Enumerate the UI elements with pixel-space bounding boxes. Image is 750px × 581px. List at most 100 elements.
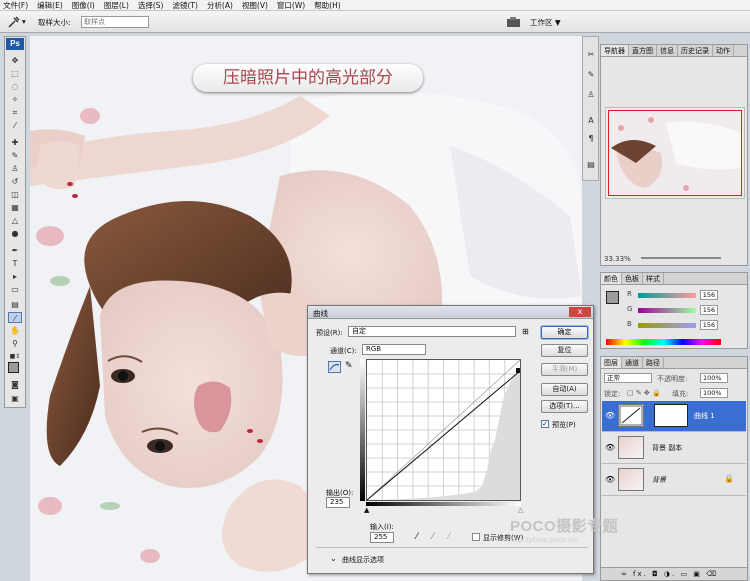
crop-tool-icon[interactable]: ⌗: [8, 107, 22, 118]
curves-title-bar[interactable]: 曲线 x: [308, 306, 593, 319]
preview-checkbox[interactable]: ✓: [541, 420, 549, 428]
black-point-slider-icon[interactable]: ▲: [364, 506, 369, 514]
screen-mode-icon[interactable]: ▣: [8, 393, 22, 404]
brush-tool-icon[interactable]: ✎: [8, 150, 22, 161]
menu-layer[interactable]: 图层(L): [104, 0, 129, 11]
menu-filter[interactable]: 滤镜(T): [173, 0, 198, 11]
tab-actions[interactable]: 动作: [713, 45, 734, 56]
pen-tool-icon[interactable]: ✒: [8, 245, 22, 256]
menu-view[interactable]: 视图(V): [242, 0, 268, 11]
curve-display-options-label[interactable]: 曲线显示选项: [342, 555, 384, 565]
dodge-tool-icon[interactable]: ●: [8, 228, 22, 239]
workspace-menu[interactable]: 工作区 ▼: [530, 17, 561, 28]
menu-analysis[interactable]: 分析(A): [207, 0, 233, 11]
white-point-slider-icon[interactable]: △: [518, 506, 523, 514]
foreground-color-swatch[interactable]: [8, 362, 19, 373]
preset-select[interactable]: 自定: [348, 326, 516, 337]
input-field[interactable]: 255: [370, 532, 394, 543]
auto-button[interactable]: 自动(A): [541, 383, 588, 396]
preset-options-icon[interactable]: ⊞: [522, 327, 529, 336]
eraser-tool-icon[interactable]: ◫: [8, 189, 22, 200]
eyedropper-active-tool-icon[interactable]: ⁄: [8, 312, 22, 323]
eyedropper-tool-icon[interactable]: ⁄: [8, 120, 22, 131]
tab-navigator[interactable]: 导航器: [601, 45, 629, 56]
pencil-tool-icon[interactable]: ✎: [345, 361, 353, 371]
visibility-eye-icon[interactable]: 👁: [605, 443, 615, 452]
blend-mode-select[interactable]: 正常: [604, 373, 652, 383]
curve-graph[interactable]: [366, 359, 521, 501]
tab-styles[interactable]: 样式: [643, 273, 664, 284]
tab-channels[interactable]: 通道: [622, 357, 643, 368]
menu-select[interactable]: 选择(S): [138, 0, 164, 11]
zoom-tool-icon[interactable]: ⚲: [8, 338, 22, 349]
red-value[interactable]: 156: [700, 290, 718, 300]
blue-slider[interactable]: [638, 323, 696, 328]
fill-input[interactable]: 100%: [700, 388, 728, 398]
white-eyedropper-icon[interactable]: ⁄: [448, 532, 450, 542]
curve-point-tool-icon[interactable]: [328, 361, 341, 373]
output-field[interactable]: 235: [326, 497, 350, 508]
menu-edit[interactable]: 编辑(E): [37, 0, 63, 11]
blue-value[interactable]: 156: [700, 320, 718, 330]
visibility-eye-icon[interactable]: 👁: [605, 475, 615, 484]
bridge-icon[interactable]: [506, 16, 522, 28]
clone-source-icon[interactable]: ♙: [584, 89, 598, 100]
tools-preset-icon[interactable]: ✂: [584, 49, 598, 60]
navigator-zoom-value[interactable]: 33.33%: [604, 255, 631, 263]
magic-wand-tool-icon[interactable]: ✧: [8, 94, 22, 105]
tab-histogram[interactable]: 直方图: [629, 45, 657, 56]
clone-stamp-tool-icon[interactable]: ♙: [8, 163, 22, 174]
path-selection-tool-icon[interactable]: ▸: [8, 271, 22, 282]
show-clipping-checkbox[interactable]: [472, 533, 480, 541]
tab-swatches[interactable]: 色板: [622, 273, 643, 284]
reset-button[interactable]: 复位: [541, 344, 588, 357]
menu-file[interactable]: 文件(F): [3, 0, 28, 11]
green-value[interactable]: 156: [700, 305, 718, 315]
menu-help[interactable]: 帮助(H): [314, 0, 341, 11]
hand-tool-icon[interactable]: ✋: [8, 325, 22, 336]
close-button[interactable]: x: [569, 307, 591, 317]
tab-info[interactable]: 信息: [657, 45, 678, 56]
navigator-view-box[interactable]: [608, 110, 742, 196]
green-slider[interactable]: [638, 308, 696, 313]
channel-select[interactable]: RGB: [362, 344, 426, 355]
blur-tool-icon[interactable]: △: [8, 215, 22, 226]
quick-mask-icon[interactable]: ◙: [8, 379, 22, 390]
brushes-icon[interactable]: ✎: [584, 69, 598, 80]
healing-brush-tool-icon[interactable]: ✚: [8, 137, 22, 148]
navigator-zoom-slider[interactable]: [641, 257, 721, 259]
tab-paths[interactable]: 路径: [643, 357, 664, 368]
layer-mask-thumbnail[interactable]: [654, 404, 688, 427]
layer-comps-icon[interactable]: ▤: [584, 159, 598, 170]
history-brush-tool-icon[interactable]: ↺: [8, 176, 22, 187]
paragraph-icon[interactable]: ¶: [584, 133, 598, 144]
gradient-tool-icon[interactable]: ▦: [8, 202, 22, 213]
character-icon[interactable]: A: [584, 115, 598, 126]
menu-window[interactable]: 窗口(W): [277, 0, 305, 11]
shape-tool-icon[interactable]: ▭: [8, 284, 22, 295]
move-tool-icon[interactable]: ✥: [8, 55, 22, 66]
ok-button[interactable]: 确定: [541, 326, 588, 339]
swap-colors-icon[interactable]: ■↕: [8, 351, 22, 362]
eyedropper-icon[interactable]: [6, 15, 20, 29]
type-tool-icon[interactable]: T: [8, 258, 22, 269]
lasso-tool-icon[interactable]: ◌: [8, 81, 22, 92]
marquee-tool-icon[interactable]: ⬚: [8, 68, 22, 79]
tab-layers[interactable]: 图层: [601, 357, 622, 368]
options-button[interactable]: 选项(T)...: [541, 400, 588, 413]
smooth-button[interactable]: 平滑(M): [541, 363, 588, 376]
layer-background-copy[interactable]: 👁 背景 副本: [602, 433, 746, 464]
tab-history[interactable]: 历史记录: [678, 45, 713, 56]
gray-eyedropper-icon[interactable]: ⁄: [432, 532, 434, 542]
opacity-input[interactable]: 100%: [700, 373, 728, 383]
sample-size-select[interactable]: 取样点: [81, 16, 149, 28]
visibility-eye-icon[interactable]: 👁: [605, 411, 615, 420]
color-spectrum-bar[interactable]: [606, 339, 721, 345]
navigator-thumbnail[interactable]: [605, 107, 745, 199]
layers-footer-icons[interactable]: ∞ fx. ◘ ◑. ▭ ▣ ⌫: [601, 567, 747, 580]
red-slider[interactable]: [638, 293, 696, 298]
tool-preset-arrow-icon[interactable]: ▾: [22, 17, 26, 26]
layer-curves-1[interactable]: 👁 曲线 1: [602, 401, 746, 432]
black-eyedropper-icon[interactable]: ⁄: [416, 532, 418, 542]
menu-image[interactable]: 图像(I): [72, 0, 95, 11]
